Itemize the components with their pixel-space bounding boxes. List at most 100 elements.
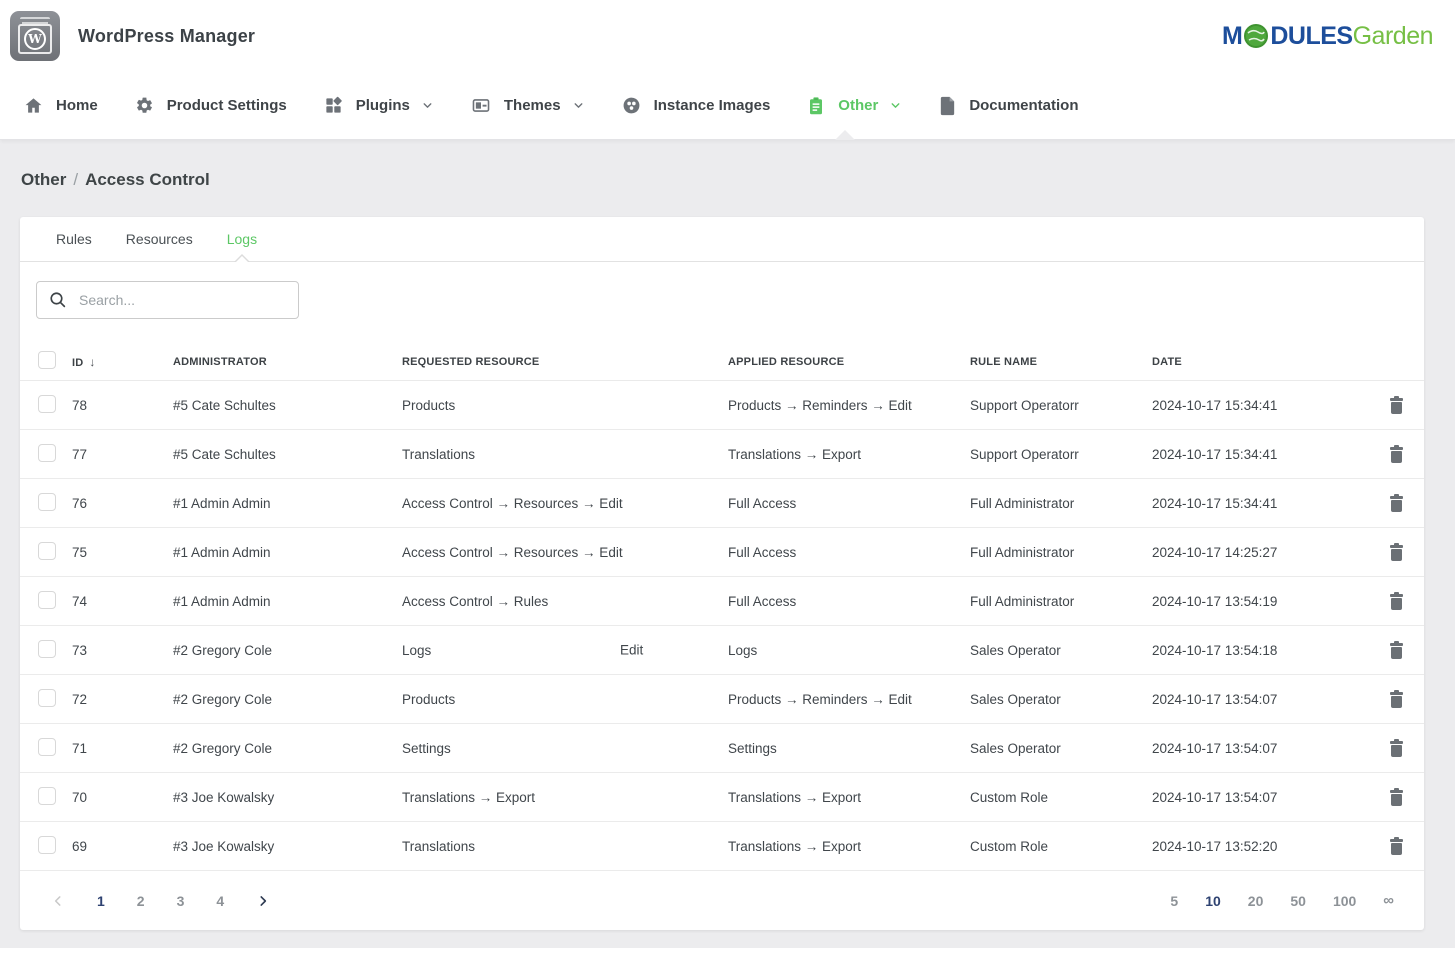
chevron-down-icon — [572, 99, 585, 112]
home-icon — [24, 96, 43, 115]
cell-date: 2024-10-17 14:25:27 — [1152, 545, 1368, 560]
delete-icon[interactable] — [1389, 543, 1404, 561]
sort-desc-icon[interactable]: ↓ — [89, 355, 95, 369]
delete-icon[interactable] — [1389, 739, 1404, 757]
cell-rule-name: Sales Operator — [970, 692, 1152, 707]
plugins-icon — [324, 96, 343, 115]
nav-item-home[interactable]: Home — [24, 72, 98, 139]
table-row: 71 #2 Gregory Cole Settings Settings Sal… — [20, 724, 1424, 773]
column-header-requested-resource[interactable]: REQUESTED RESOURCE — [402, 356, 728, 368]
page-size-button[interactable]: 50 — [1290, 893, 1306, 909]
row-checkbox[interactable] — [38, 542, 56, 560]
cell-id: 70 — [72, 790, 173, 805]
cell-date: 2024-10-17 15:34:41 — [1152, 398, 1368, 413]
search-input[interactable] — [36, 281, 299, 319]
delete-icon[interactable] — [1389, 788, 1404, 806]
row-checkbox[interactable] — [38, 787, 56, 805]
delete-icon[interactable] — [1389, 690, 1404, 708]
page-button[interactable]: 2 — [137, 893, 145, 909]
cell-applied-resource: Settings — [728, 741, 970, 756]
row-checkbox[interactable] — [38, 444, 56, 462]
cell-rule-name: Support Operatorr — [970, 398, 1152, 413]
cell-id: 69 — [72, 839, 173, 854]
delete-icon[interactable] — [1389, 641, 1404, 659]
row-checkbox[interactable] — [38, 395, 56, 413]
nav-item-other[interactable]: Other — [807, 72, 902, 139]
table-row: 76 #1 Admin Admin Access Control → Resou… — [20, 479, 1424, 528]
page-size-button[interactable]: 100 — [1333, 893, 1356, 909]
cell-date: 2024-10-17 13:54:18 — [1152, 643, 1368, 658]
delete-icon[interactable] — [1389, 445, 1404, 463]
tab-logs[interactable]: Logs — [210, 217, 274, 261]
cell-requested-resource: Access Control → Resources → Edit — [402, 545, 728, 560]
row-checkbox[interactable] — [38, 738, 56, 756]
row-checkbox[interactable] — [38, 493, 56, 511]
wordpress-w-icon: W — [24, 28, 46, 50]
cell-rule-name: Support Operatorr — [970, 447, 1152, 462]
next-page-icon[interactable] — [256, 894, 270, 908]
table-row: 70 #3 Joe Kowalsky Translations → Export… — [20, 773, 1424, 822]
previous-page-icon[interactable] — [51, 894, 65, 908]
cell-rule-name: Full Administrator — [970, 594, 1152, 609]
column-header-applied-resource[interactable]: APPLIED RESOURCE — [728, 356, 970, 368]
top-bar: W WordPress Manager M DULES Garden — [0, 0, 1455, 72]
nav-item-product-settings[interactable]: Product Settings — [135, 72, 287, 139]
tab-resources[interactable]: Resources — [109, 217, 210, 261]
nav-item-themes[interactable]: Themes — [471, 72, 585, 139]
nav-item-documentation[interactable]: Documentation — [939, 72, 1078, 139]
document-icon — [939, 96, 956, 116]
cell-date: 2024-10-17 13:54:07 — [1152, 790, 1368, 805]
cell-administrator: #3 Joe Kowalsky — [173, 839, 402, 854]
search-icon — [49, 291, 67, 309]
page-button[interactable]: 3 — [177, 893, 185, 909]
select-all-checkbox[interactable] — [38, 351, 56, 369]
cell-id: 78 — [72, 398, 173, 413]
tab-rules[interactable]: Rules — [39, 217, 109, 261]
cell-requested-resource: Access Control → Rules — [402, 594, 728, 609]
page-button[interactable]: 1 — [97, 893, 105, 909]
cell-rule-name: Sales Operator — [970, 643, 1152, 658]
delete-icon[interactable] — [1389, 837, 1404, 855]
nav-item-plugins[interactable]: Plugins — [324, 72, 434, 139]
page-size-button[interactable]: 5 — [1170, 893, 1178, 909]
page-button[interactable]: 4 — [216, 893, 224, 909]
main-navigation: Home Product Settings Plugins Themes Ins… — [0, 72, 1455, 140]
row-checkbox[interactable] — [38, 836, 56, 854]
column-header-rule-name[interactable]: RULE NAME — [970, 356, 1152, 368]
breadcrumb: Other/Access Control — [21, 170, 1434, 190]
page-size-all-button[interactable]: ∞ — [1383, 892, 1394, 909]
cell-rule-name: Sales Operator — [970, 741, 1152, 756]
row-checkbox[interactable] — [38, 640, 56, 658]
cell-applied-resource: Translations → Export — [728, 839, 970, 854]
panel-decoration: W — [18, 24, 52, 54]
cell-rule-name: Custom Role — [970, 790, 1152, 805]
breadcrumb-section[interactable]: Other — [21, 170, 66, 189]
cell-id: 73 — [72, 643, 173, 658]
cell-requested-resource: Translations — [402, 447, 728, 462]
column-header-date[interactable]: DATE — [1152, 356, 1368, 368]
cell-id: 76 — [72, 496, 173, 511]
cell-administrator: #5 Cate Schultes — [173, 447, 402, 462]
delete-icon[interactable] — [1389, 494, 1404, 512]
nav-item-instance-images[interactable]: Instance Images — [622, 72, 771, 139]
delete-icon[interactable] — [1389, 396, 1404, 414]
cell-date: 2024-10-17 13:54:19 — [1152, 594, 1368, 609]
cell-applied-resource: Logs — [728, 643, 970, 658]
modulesgarden-logo: M DULES Garden — [1222, 22, 1433, 51]
page-size-button[interactable]: 20 — [1248, 893, 1264, 909]
breadcrumb-separator: / — [66, 170, 85, 189]
cell-applied-resource: Products → Reminders → Edit — [728, 398, 970, 413]
row-checkbox[interactable] — [38, 591, 56, 609]
cell-requested-resource: Settings — [402, 741, 728, 756]
delete-icon[interactable] — [1389, 592, 1404, 610]
cell-date: 2024-10-17 13:54:07 — [1152, 741, 1368, 756]
column-header-administrator[interactable]: ADMINISTRATOR — [173, 356, 402, 368]
page-size-button[interactable]: 10 — [1205, 893, 1221, 909]
cell-applied-resource: Translations → Export — [728, 447, 970, 462]
row-checkbox[interactable] — [38, 689, 56, 707]
cell-id: 71 — [72, 741, 173, 756]
column-header-id[interactable]: ID↓ — [72, 355, 173, 369]
cell-administrator: #1 Admin Admin — [173, 545, 402, 560]
globe-icon — [1243, 23, 1269, 49]
table-row: 78 #5 Cate Schultes Products Products → … — [20, 381, 1424, 430]
